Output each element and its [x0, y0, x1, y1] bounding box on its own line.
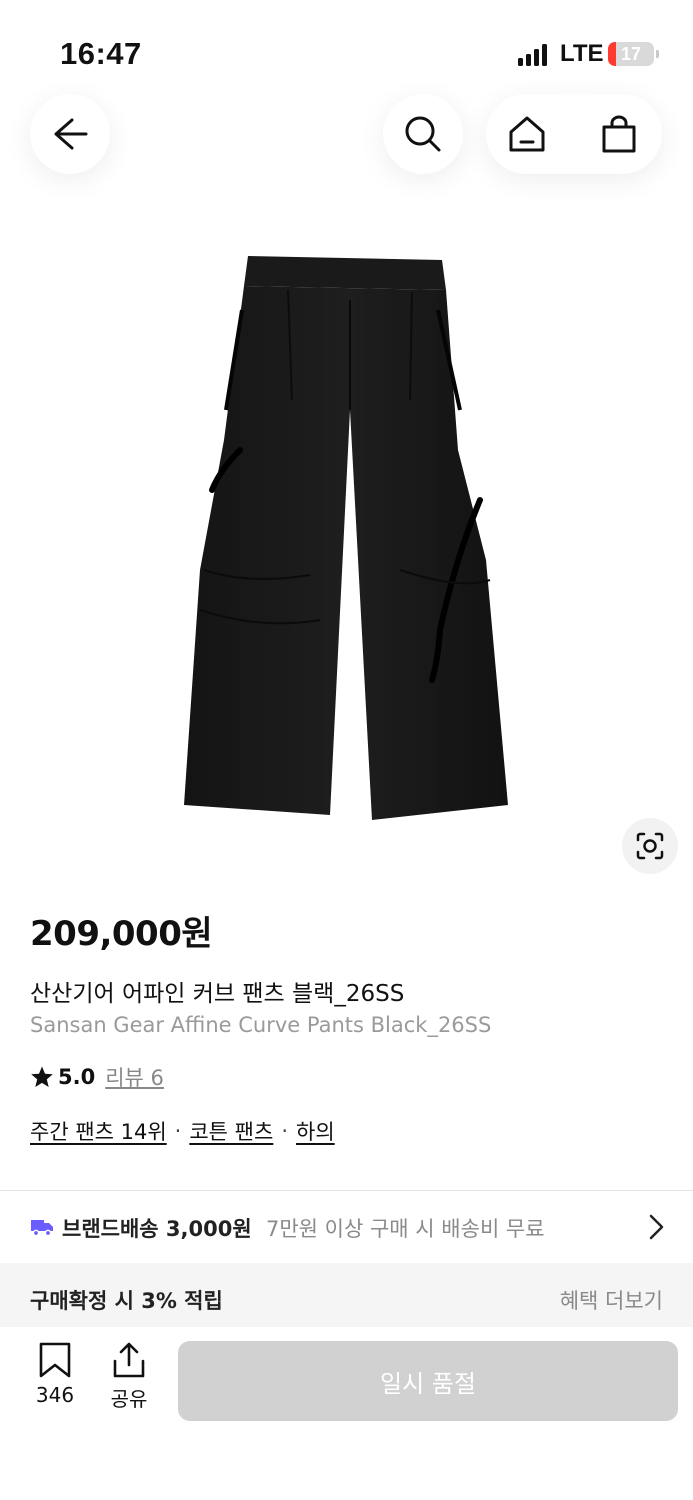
star-icon — [31, 1066, 53, 1087]
battery-level: 17 — [620, 44, 642, 64]
bookmark-icon — [39, 1342, 71, 1378]
image-search-button[interactable] — [622, 818, 678, 874]
product-name-ko: 산산기어 어파인 커브 팬츠 블랙_26SS — [30, 981, 405, 1007]
benefit-label: 구매확정 시 3% 적립 — [30, 1289, 223, 1313]
shopping-bag-icon — [602, 115, 636, 153]
battery-icon: 17 — [608, 42, 654, 66]
product-image — [184, 256, 508, 820]
benefit-row: 구매확정 시 3% 적립 혜택 더보기 — [0, 1263, 693, 1327]
benefit-more-link[interactable]: 혜택 더보기 — [560, 1285, 663, 1315]
network-label: LTE — [560, 40, 604, 67]
battery-cap — [656, 50, 659, 58]
search-icon — [405, 116, 441, 152]
bookmark-count: 346 — [35, 1383, 75, 1407]
soldout-button[interactable]: 일시 품절 — [178, 1341, 678, 1421]
search-button[interactable] — [383, 94, 463, 174]
category-link-bottoms[interactable]: 하의 — [296, 1116, 335, 1146]
product-name-en: Sansan Gear Affine Curve Pants Black_26S… — [30, 1013, 492, 1037]
cart-button[interactable] — [578, 94, 660, 174]
rating-value: 5.0 — [58, 1065, 96, 1089]
category-link-cotton-pants[interactable]: 코튼 팬츠 — [189, 1116, 273, 1146]
review-link[interactable]: 리뷰 6 — [105, 1062, 164, 1092]
bottom-action-bar: 346 공유 일시 품절 — [0, 1327, 693, 1500]
shipping-label: 브랜드배송 3,000원 — [62, 1217, 252, 1241]
share-button[interactable]: 공유 — [96, 1341, 162, 1421]
separator: · — [281, 1119, 289, 1143]
signal-icon — [518, 44, 547, 66]
rating-row: 5.0 리뷰 6 — [30, 1062, 164, 1092]
status-time: 16:47 — [60, 36, 142, 71]
product-price: 209,000원 — [30, 914, 213, 954]
truck-icon — [31, 1220, 53, 1237]
home-button[interactable] — [486, 94, 568, 174]
shipping-row[interactable]: 브랜드배송 3,000원 7만원 이상 구매 시 배송비 무료 — [0, 1191, 693, 1263]
weekly-rank-link[interactable]: 주간 팬츠 14위 — [30, 1116, 167, 1146]
status-bar: 16:47 LTE 17 — [0, 0, 693, 100]
nav-pill — [486, 94, 662, 174]
share-label: 공유 — [110, 1387, 148, 1411]
ranking-row: 주간 팬츠 14위 · 코튼 팬츠 · 하의 — [30, 1116, 335, 1146]
home-icon — [509, 116, 545, 152]
back-button[interactable] — [30, 94, 110, 174]
bookmark-button[interactable]: 346 — [22, 1341, 88, 1421]
shipping-note: 7만원 이상 구매 시 배송비 무료 — [266, 1217, 545, 1241]
chevron-right-icon — [649, 1214, 664, 1240]
lens-search-icon — [636, 832, 664, 860]
share-icon — [113, 1342, 145, 1378]
arrow-left-icon — [54, 118, 88, 150]
separator: · — [174, 1119, 182, 1143]
